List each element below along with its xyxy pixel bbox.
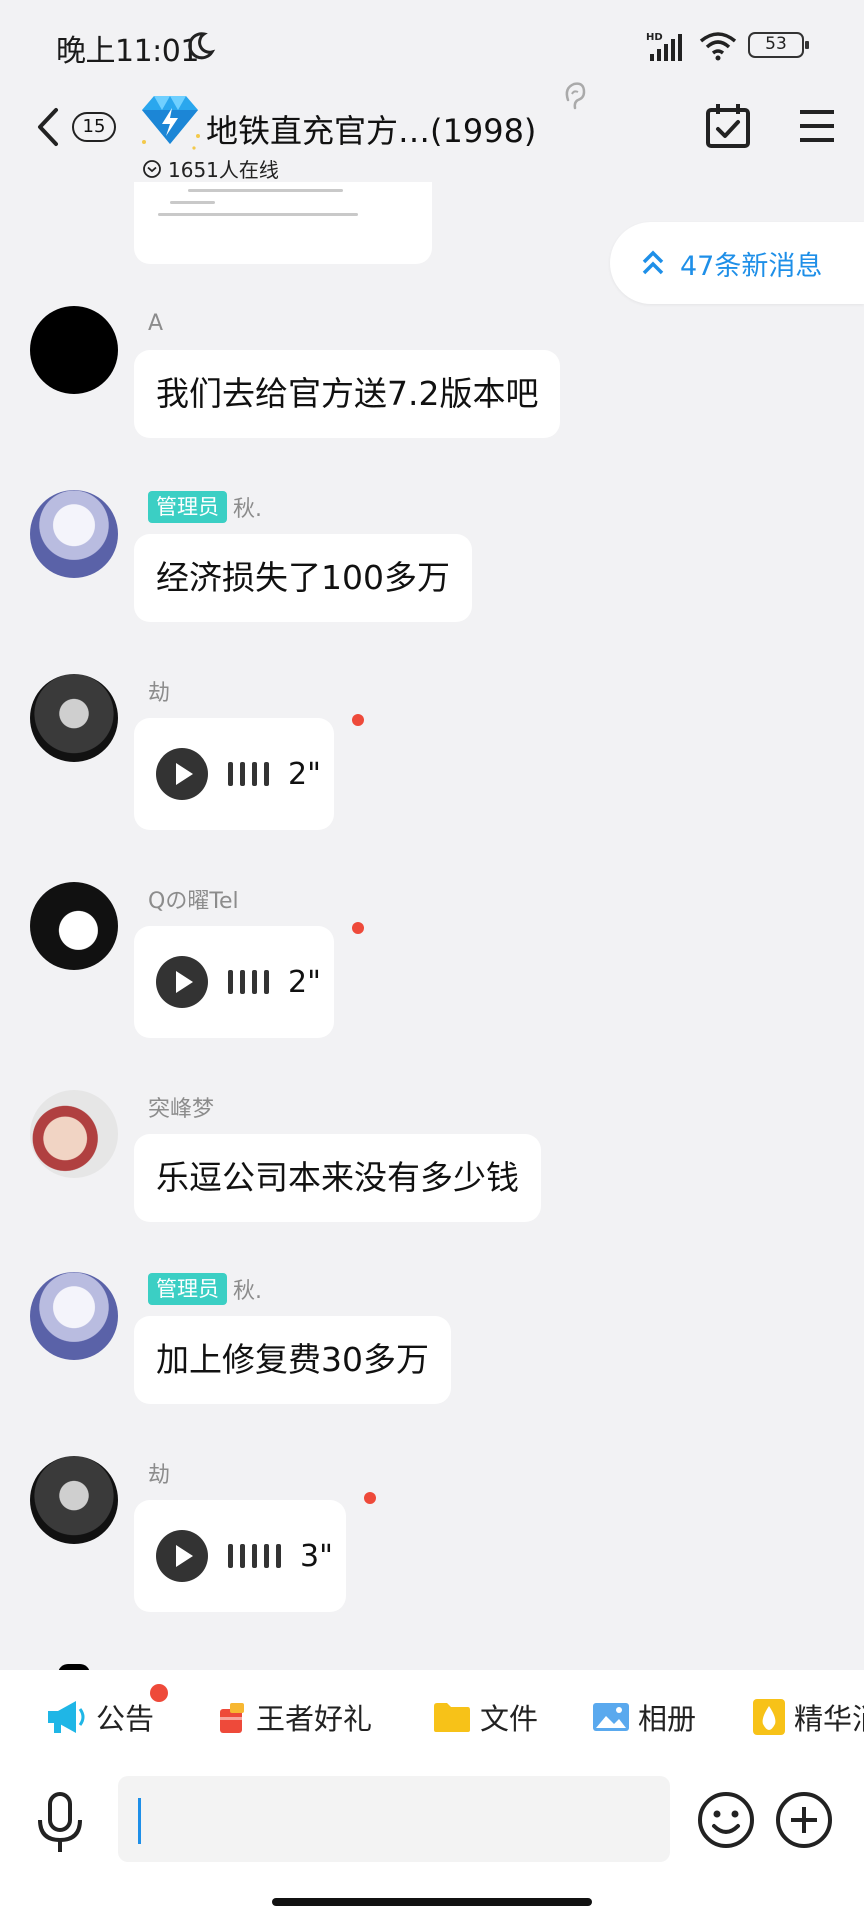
avatar[interactable]	[30, 1456, 118, 1544]
toolbar-highlights[interactable]: 精华消	[752, 1670, 864, 1764]
avatar[interactable]	[30, 1272, 118, 1360]
toolbar-label: 王者好礼	[256, 1702, 373, 1736]
online-count-text: 1651人在线	[168, 158, 279, 182]
voice-message[interactable]: 3"	[134, 1500, 346, 1612]
avatar[interactable]	[30, 674, 118, 762]
voice-wave-icon	[228, 970, 269, 994]
play-icon	[156, 748, 208, 800]
status-time: 晚上11:01	[56, 34, 199, 69]
sender-name: 秋.	[233, 1279, 262, 1304]
voice-message[interactable]: 2"	[134, 718, 334, 830]
sender-name: Qの曜Tel	[148, 889, 239, 914]
moon-icon	[188, 32, 216, 60]
unread-dot	[364, 1492, 376, 1504]
text-caret	[138, 1798, 141, 1844]
toolbar-files[interactable]: 文件	[432, 1670, 538, 1764]
notification-dot	[150, 1684, 168, 1702]
admin-badge: 管理员	[148, 491, 227, 523]
group-toolbar: 公告 王者好礼 文件 相册 精华消	[0, 1670, 864, 1764]
unread-dot	[352, 714, 364, 726]
play-icon	[156, 956, 208, 1008]
double-chevron-up-icon	[642, 250, 664, 275]
toolbar-announcement[interactable]: 公告	[46, 1670, 168, 1764]
gift-icon	[220, 1703, 244, 1733]
ear-icon[interactable]	[560, 78, 590, 114]
status-bar: 晚上11:01 HD 53	[0, 0, 864, 92]
avatar[interactable]	[30, 882, 118, 970]
wifi-icon	[699, 32, 737, 61]
message-bubble[interactable]: 我们去给官方送7.2版本吧	[134, 350, 561, 438]
plus-icon[interactable]	[774, 1790, 834, 1850]
sender-name: 劫	[148, 1463, 171, 1488]
sender-name: 秋.	[233, 497, 262, 522]
message-bubble[interactable]: 经济损失了100多万	[134, 534, 472, 622]
toolbar-label: 公告	[96, 1702, 155, 1736]
new-messages-label: 47条新消息	[680, 250, 823, 282]
avatar[interactable]	[30, 306, 118, 394]
message-bubble[interactable]: 乐逗公司本来没有多少钱	[134, 1134, 541, 1222]
voice-duration: 3"	[300, 1538, 333, 1574]
home-indicator[interactable]	[272, 1898, 592, 1906]
voice-duration: 2"	[288, 756, 321, 792]
group-title[interactable]: 地铁直充官方…(1998)	[206, 106, 536, 152]
sender-name: A	[148, 310, 164, 336]
battery-indicator: 53	[748, 32, 809, 58]
svg-text:HD: HD	[646, 32, 663, 43]
diamond-icon[interactable]	[134, 92, 206, 152]
calendar-check-icon[interactable]	[704, 102, 752, 150]
microphone-icon[interactable]	[36, 1792, 84, 1854]
chevron-down-icon	[143, 159, 161, 178]
unread-dot	[352, 922, 364, 934]
back-icon[interactable]	[30, 104, 66, 150]
message-list[interactable]: 47条新消息 A 我们去给官方送7.2版本吧 管理员 秋. 经济损失了100多万…	[0, 182, 864, 1670]
menu-icon[interactable]	[798, 106, 836, 146]
toolbar-label: 文件	[480, 1702, 539, 1736]
unread-count-badge[interactable]: 15	[72, 112, 116, 142]
message-bubble[interactable]: 加上修复费30多万	[134, 1316, 451, 1404]
play-icon	[156, 1530, 208, 1582]
input-bar	[0, 1764, 864, 1920]
toolbar-gift[interactable]: 王者好礼	[216, 1670, 372, 1764]
essence-icon	[753, 1699, 785, 1735]
sender-name: 突峰梦	[148, 1097, 215, 1122]
toolbar-label: 相册	[638, 1702, 697, 1736]
new-messages-button[interactable]: 47条新消息	[610, 222, 864, 304]
image-message[interactable]	[134, 182, 432, 264]
voice-duration: 2"	[288, 964, 321, 1000]
avatar[interactable]	[30, 1090, 118, 1178]
toolbar-label: 精华消	[794, 1702, 864, 1736]
toolbar-album[interactable]: 相册	[592, 1670, 696, 1764]
sender-name: 劫	[148, 681, 171, 706]
voice-wave-icon	[228, 762, 269, 786]
message-input[interactable]	[118, 1776, 670, 1862]
emoji-icon[interactable]	[696, 1790, 756, 1850]
signal-icon: HD	[646, 32, 682, 61]
voice-wave-icon	[228, 1544, 281, 1568]
chat-header: 15 地铁直充官方…(1998) 1651人在线	[0, 82, 864, 183]
photo-icon	[593, 1703, 629, 1731]
folder-icon	[434, 1703, 470, 1732]
voice-message[interactable]: 2"	[134, 926, 334, 1038]
online-count[interactable]: 1651人在线	[142, 154, 279, 183]
avatar[interactable]	[30, 490, 118, 578]
megaphone-icon	[48, 1701, 85, 1733]
admin-badge: 管理员	[148, 1273, 227, 1305]
